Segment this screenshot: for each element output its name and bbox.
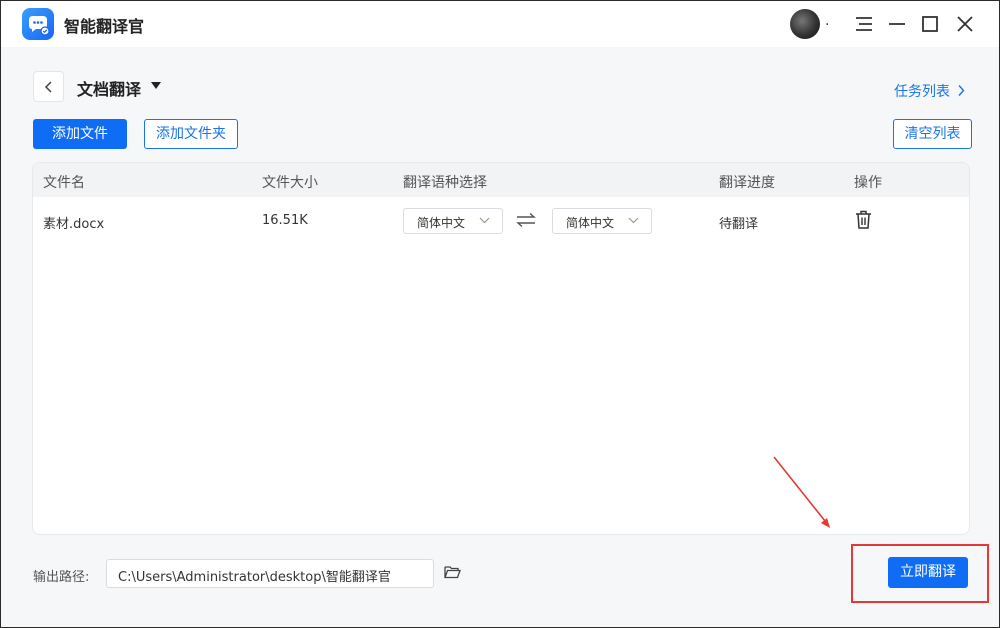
output-path-label: 输出路径: (33, 570, 90, 585)
column-header-progress: 翻译进度 (719, 175, 775, 191)
column-header-file-size: 文件大小 (262, 175, 318, 191)
column-header-language: 翻译语种选择 (403, 175, 487, 191)
chevron-down-icon (628, 217, 639, 224)
page-title[interactable]: 文档翻译 (77, 76, 141, 100)
app-title: 智能翻译官 (64, 17, 145, 36)
caret-down-icon[interactable] (150, 81, 162, 90)
column-header-actions: 操作 (854, 175, 882, 191)
output-path-value: C:\Users\Administrator\desktop\智能翻译官 (118, 570, 391, 585)
task-list-label: 任务列表 (894, 84, 950, 100)
maximize-icon[interactable] (919, 13, 941, 35)
close-icon[interactable] (954, 13, 976, 35)
clear-list-button[interactable]: 清空列表 (893, 119, 972, 149)
source-language-select[interactable]: 简体中文 (403, 208, 503, 234)
file-name-cell: 素材.docx (43, 217, 105, 232)
add-file-button[interactable]: 添加文件 (33, 119, 127, 149)
annotation-arrow (773, 456, 830, 528)
file-size-cell: 16.51K (262, 213, 308, 228)
translate-now-button[interactable]: 立即翻译 (888, 557, 968, 588)
back-icon (44, 81, 52, 93)
table-header: 文件名 文件大小 翻译语种选择 翻译进度 操作 (33, 163, 969, 197)
chevron-right-icon (958, 85, 965, 96)
target-language-value: 简体中文 (566, 216, 615, 230)
title-bar: 智能翻译官 . (1, 1, 999, 47)
target-language-select[interactable]: 简体中文 (552, 208, 652, 234)
progress-cell: 待翻译 (719, 217, 759, 232)
add-folder-button[interactable]: 添加文件夹 (144, 119, 238, 149)
chevron-down-icon (479, 217, 490, 224)
avatar-username: . (825, 13, 830, 29)
trash-icon[interactable] (855, 210, 872, 229)
output-path-field[interactable]: C:\Users\Administrator\desktop\智能翻译官 (106, 559, 434, 588)
app-logo-icon (22, 8, 54, 40)
app-window: 智能翻译官 . 文档翻译 任务列表 添加文件 添加文件夹 清空列表 文件名 文件… (0, 0, 1000, 628)
source-language-value: 简体中文 (417, 216, 466, 230)
minimize-icon[interactable] (886, 13, 908, 35)
menu-icon[interactable] (853, 13, 875, 35)
back-button[interactable] (33, 71, 64, 102)
task-list-link[interactable]: 任务列表 (894, 81, 965, 101)
avatar[interactable] (790, 9, 820, 39)
swap-icon[interactable] (516, 212, 536, 228)
folder-icon[interactable] (444, 565, 461, 579)
column-header-file-name: 文件名 (43, 175, 85, 191)
